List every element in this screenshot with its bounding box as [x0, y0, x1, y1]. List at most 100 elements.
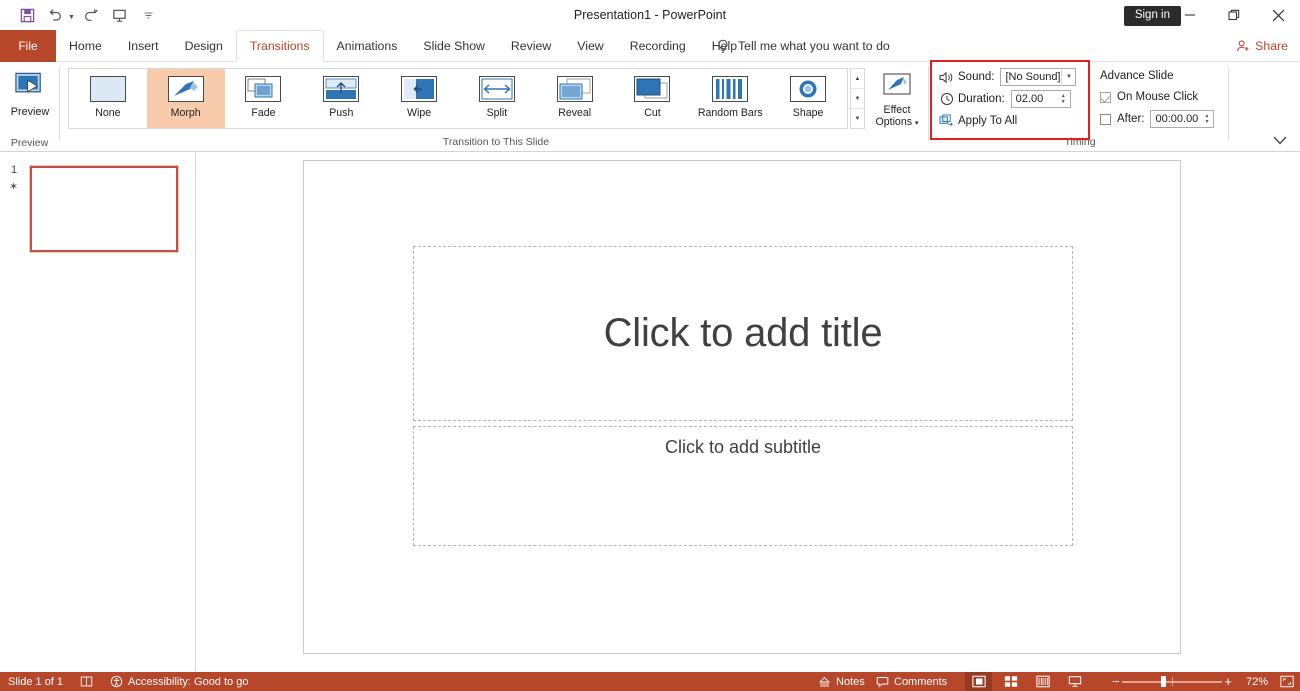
timing-controls: Sound: [No Sound] ▼ Duration: 02.00 ▲▼ [938, 66, 1088, 134]
tab-animations[interactable]: Animations [324, 30, 411, 62]
transition-star-icon[interactable]: ✶ [9, 180, 18, 193]
sound-combobox[interactable]: [No Sound] ▼ [1000, 68, 1077, 86]
tab-transitions[interactable]: Transitions [235, 30, 324, 62]
slide-editing-pane: Click to add title Click to add subtitle [196, 152, 1300, 672]
subtitle-placeholder-text: Click to add subtitle [664, 437, 822, 457]
effect-options-dropdown-icon[interactable]: ▾ [915, 120, 919, 127]
slide-count-indicator[interactable]: Slide 1 of 1 [8, 672, 63, 691]
tell-me-search[interactable]: Tell me what you want to do [716, 30, 890, 62]
more-transitions-icon[interactable]: ▼ [851, 109, 864, 128]
duration-spinner[interactable]: ▲ ▼ [1058, 91, 1069, 107]
ribbon-divider-1 [59, 66, 60, 140]
chevron-down-icon[interactable] [1270, 131, 1290, 149]
effect-options-label-2: Options [875, 116, 913, 128]
gallery-scroll-buttons[interactable]: ▲ ▼ ▼ [850, 68, 865, 129]
tab-home[interactable]: Home [56, 30, 115, 62]
title-bar: ▼ Presentation1 - PowerPoint Sign in [0, 0, 1300, 30]
comments-label: Comments [894, 675, 948, 688]
effect-options-button[interactable]: Effect Options ▾ [870, 68, 924, 136]
accessibility-status[interactable]: Accessibility: Good to go [110, 672, 248, 691]
tab-label: Home [69, 39, 102, 53]
zoom-midpoint-tick [1172, 677, 1173, 686]
tab-recording[interactable]: Recording [617, 30, 699, 62]
transition-shape-button[interactable]: Shape [769, 69, 847, 128]
zoom-level-label[interactable]: 72% [1246, 672, 1268, 691]
tab-slide-show[interactable]: Slide Show [410, 30, 498, 62]
tab-label: Insert [127, 39, 159, 53]
on-mouse-click-label: On Mouse Click [1117, 91, 1199, 103]
share-button[interactable]: Share [1236, 30, 1288, 62]
transition-cut-button[interactable]: Cut [614, 69, 692, 128]
subtitle-placeholder[interactable]: Click to add subtitle [413, 426, 1073, 546]
after-row[interactable]: After: 00:00.00 ▲ ▼ [1100, 108, 1225, 130]
apply-to-all-button[interactable]: Apply To All [938, 110, 1088, 132]
transition-gallery[interactable]: None Morph Fade Push Wipe Split Reveal Cut Rando… [68, 68, 848, 129]
advance-slide-controls: Advance Slide On Mouse Click After: 00:0… [1100, 66, 1225, 130]
restore-button[interactable] [1212, 0, 1256, 30]
slide-canvas[interactable]: Click to add title Click to add subtitle [303, 160, 1181, 654]
sound-row: Sound: [No Sound] ▼ [938, 66, 1088, 88]
tell-me-label: Tell me what you want to do [738, 39, 890, 53]
transition-split-button[interactable]: Split [458, 69, 536, 128]
transition-morph-button[interactable]: Morph [146, 69, 225, 128]
ribbon-tabs: Home Insert Design Transitions Animations Sli… [56, 30, 750, 62]
transition-label: Cut [644, 107, 661, 119]
group-label-transition-to-this-slide: Transition to This Slide [442, 136, 550, 148]
tab-view[interactable]: View [564, 30, 616, 62]
slide-thumbnail-1[interactable] [29, 165, 179, 253]
duration-spinbox[interactable]: 02.00 ▲ ▼ [1010, 90, 1071, 108]
transition-random-bars-button[interactable]: Random Bars [691, 69, 769, 128]
transition-reveal-button[interactable]: Reveal [536, 69, 614, 128]
on-mouse-click-checkbox[interactable] [1100, 91, 1111, 103]
tab-insert[interactable]: Insert [115, 30, 172, 62]
fit-to-window-icon[interactable] [1280, 672, 1294, 691]
after-spinbox[interactable]: 00:00.00 ▲ ▼ [1150, 110, 1215, 128]
effect-options-label-1: Effect [883, 104, 911, 116]
scroll-down-icon[interactable]: ▼ [851, 89, 864, 109]
transition-label: Random Bars [697, 107, 763, 119]
slide-count-label: Slide 1 of 1 [8, 675, 64, 688]
transition-label: Shape [792, 107, 824, 119]
transition-label: Wipe [407, 107, 432, 119]
preview-button[interactable]: Preview [5, 67, 55, 129]
tab-design[interactable]: Design [172, 30, 236, 62]
preview-icon [14, 72, 41, 93]
ribbon-divider-2 [928, 66, 929, 140]
tab-review[interactable]: Review [498, 30, 564, 62]
minimize-button[interactable] [1168, 0, 1212, 30]
preview-button-label: Preview [10, 106, 50, 118]
transition-none-button[interactable]: None [69, 69, 147, 128]
sound-dropdown-icon[interactable]: ▼ [1061, 68, 1075, 86]
transition-split-icon [478, 76, 515, 102]
after-checkbox[interactable] [1100, 113, 1111, 125]
transition-fade-button[interactable]: Fade [225, 69, 303, 128]
transition-label: Push [329, 107, 354, 119]
transition-push-icon [323, 76, 360, 102]
reading-view-button[interactable] [1029, 672, 1056, 691]
normal-view-button[interactable] [965, 672, 992, 691]
tab-label: Review [510, 39, 552, 53]
transition-wipe-icon [401, 76, 438, 102]
transition-push-button[interactable]: Push [302, 69, 380, 128]
after-spinner[interactable]: ▲ ▼ [1201, 111, 1212, 127]
ribbon: Preview Preview None Morph Fade Push Wipe Spl… [0, 62, 1300, 152]
group-label-preview: Preview [10, 137, 49, 149]
on-mouse-click-row[interactable]: On Mouse Click [1100, 86, 1225, 108]
close-button[interactable] [1256, 0, 1300, 30]
transition-wipe-button[interactable]: Wipe [380, 69, 458, 128]
zoom-out-button[interactable]: − [1112, 672, 1120, 691]
slide-sorter-view-button[interactable] [997, 672, 1024, 691]
spell-check-icon[interactable] [80, 672, 93, 691]
title-placeholder[interactable]: Click to add title [413, 246, 1073, 421]
slide-show-view-button[interactable] [1061, 672, 1088, 691]
view-buttons [965, 672, 1088, 691]
lightbulb-icon [718, 39, 728, 53]
zoom-in-button[interactable]: + [1224, 672, 1232, 691]
scroll-up-icon[interactable]: ▲ [851, 69, 864, 89]
zoom-slider-thumb[interactable] [1161, 676, 1166, 687]
zoom-slider[interactable]: − + [1112, 672, 1232, 691]
notes-button[interactable]: Notes [818, 672, 865, 691]
comments-button[interactable]: Comments [876, 672, 947, 691]
sound-icon [938, 69, 955, 85]
tab-file[interactable]: File [0, 30, 56, 62]
